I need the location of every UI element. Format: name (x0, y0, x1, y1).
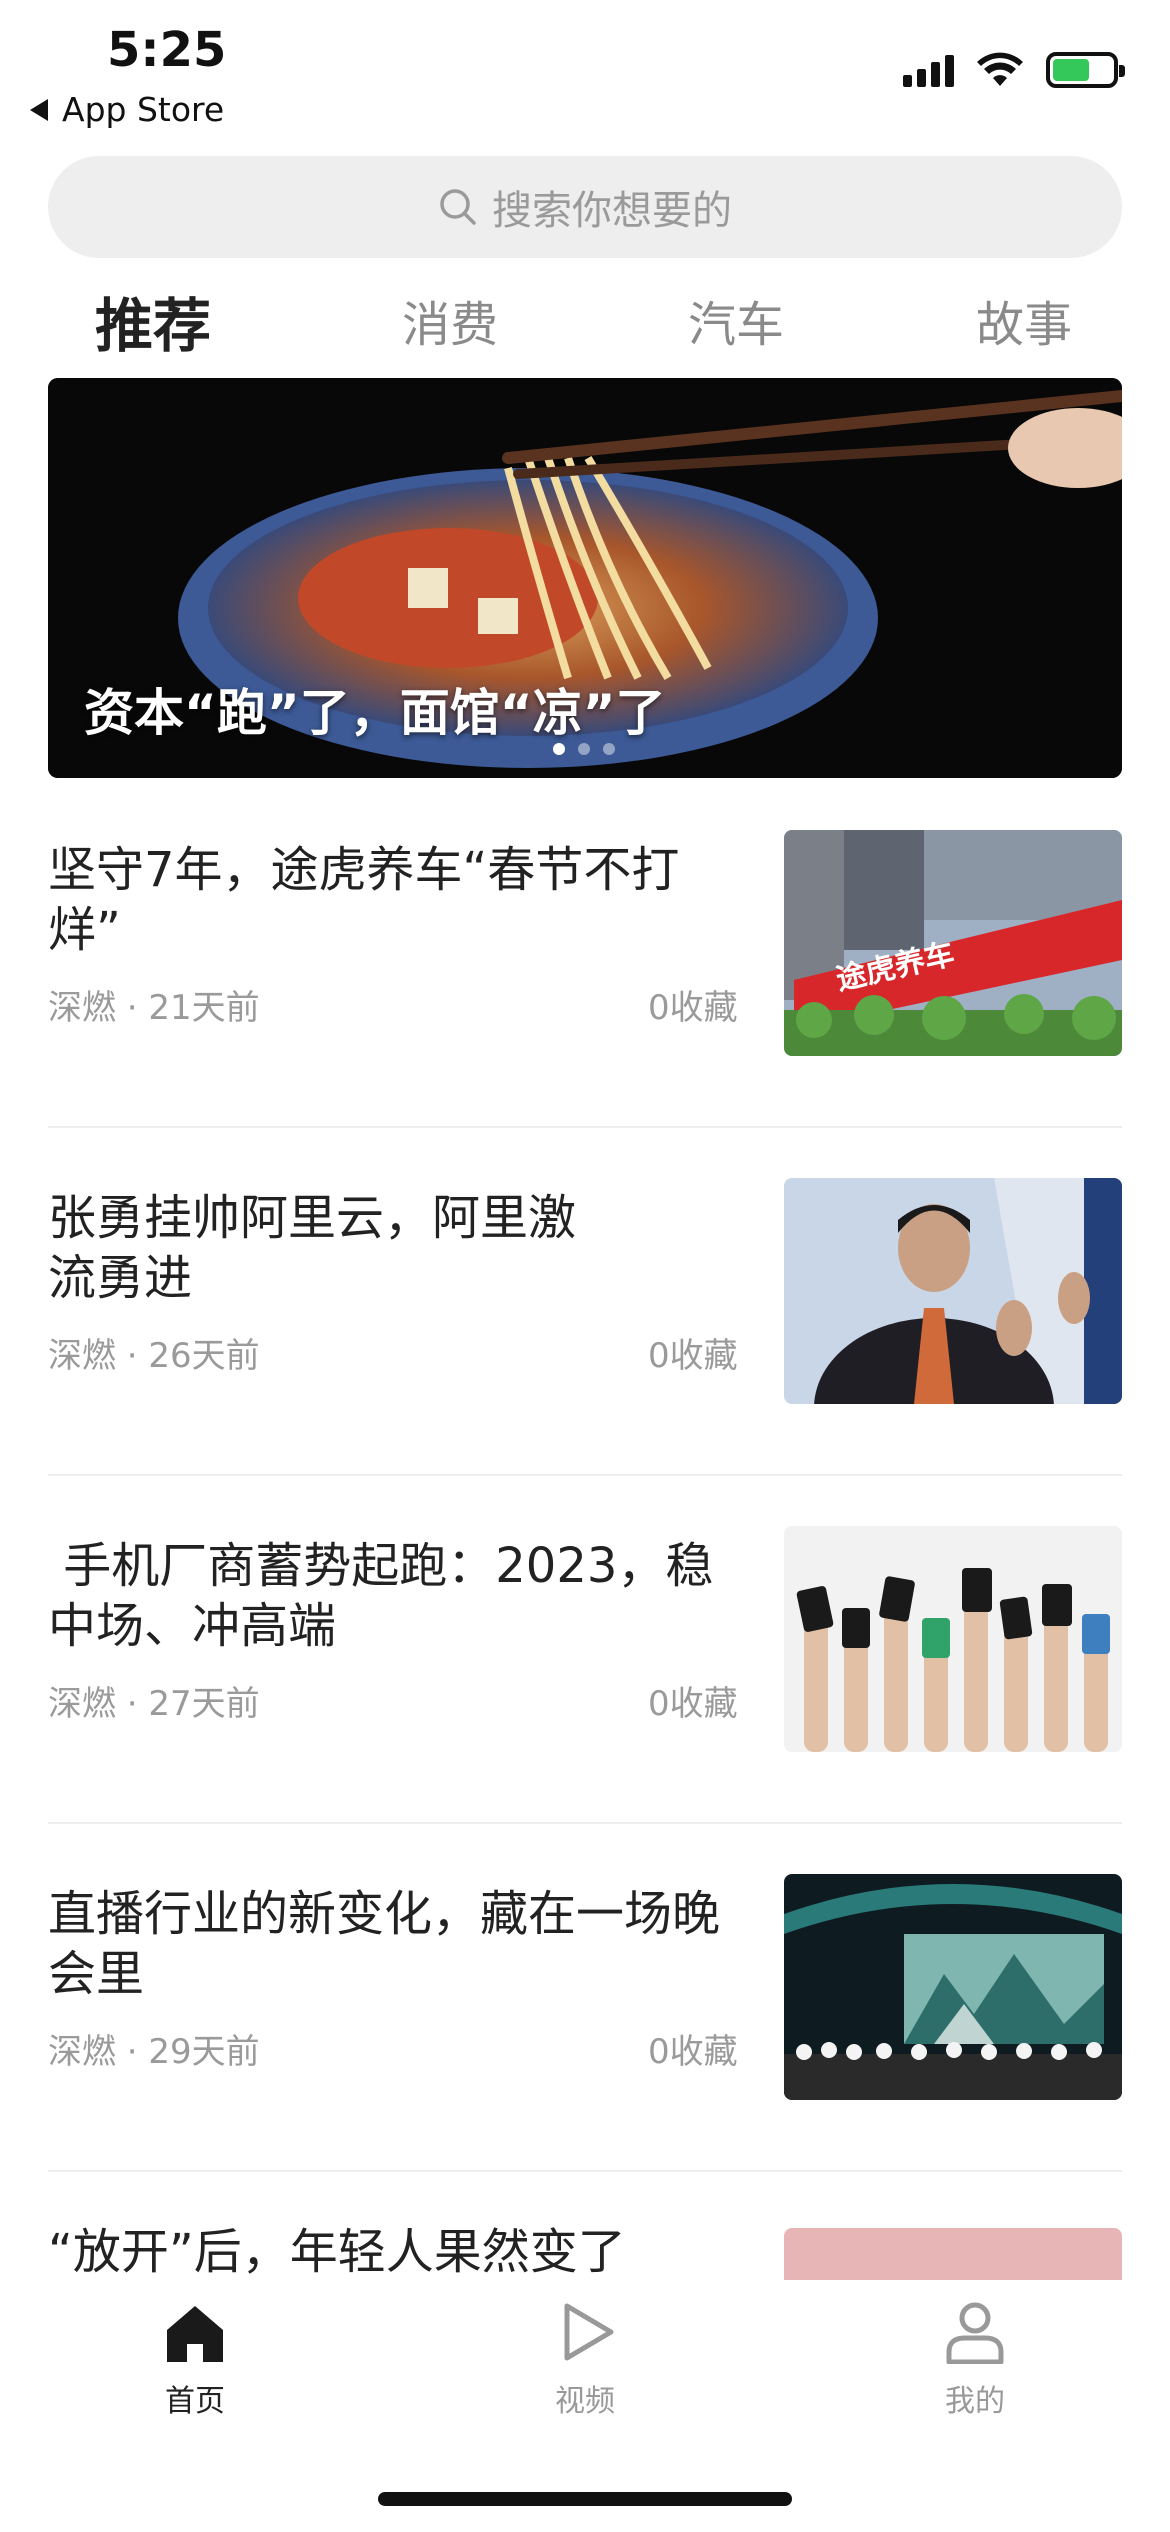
cellular-signal-icon (903, 53, 954, 87)
article-saves: 0收藏 (648, 1684, 738, 1724)
tab-consumption[interactable]: 消费 (402, 285, 498, 355)
article-item[interactable]: 张勇挂帅阿里云，阿里激流勇进 深燃 · 26天前 0收藏 (48, 1148, 1122, 1496)
article-item[interactable]: 坚守7年，途虎养车“春节不打烊” 深燃 · 21天前 0收藏 途虎养车 (48, 800, 1122, 1148)
tab-stories[interactable]: 故事 (976, 285, 1072, 355)
divider (48, 1822, 1122, 1824)
carousel-dot (553, 743, 565, 755)
wifi-icon (977, 52, 1023, 86)
article-source: 深燃 · 29天前 (48, 2032, 260, 2072)
article-item[interactable]: 手机厂商蓄势起跑：2023，稳中场、冲高端 深燃 · 27天前 0收藏 (48, 1496, 1122, 1844)
category-tabs: 推荐 消费 汽车 故事 (0, 285, 1170, 365)
article-source: 深燃 · 26天前 (48, 1336, 260, 1376)
article-title: 直播行业的新变化，藏在一场晚会里 (48, 1886, 721, 2002)
article-title: “放开”后，年轻人果然变了 (48, 2224, 626, 2280)
play-icon (564, 2303, 614, 2361)
nav-video-label: 视频 (555, 2384, 615, 2419)
nav-home[interactable]: 首页 (115, 2300, 275, 2420)
article-thumbnail: 途虎养车 (784, 830, 1122, 1056)
featured-banner[interactable]: 资本“跑”了，面馆“凉”了 (48, 378, 1122, 778)
article-saves: 0收藏 (648, 1336, 738, 1376)
tab-auto[interactable]: 汽车 (688, 285, 784, 355)
status-time: 5:25 (107, 22, 227, 78)
article-title: 张勇挂帅阿里云，阿里激流勇进 (48, 1190, 577, 1306)
battery-icon (1046, 52, 1125, 88)
user-icon (946, 2302, 1004, 2365)
article-thumbnail (784, 1526, 1122, 1752)
back-to-app-link[interactable]: App Store (30, 90, 224, 129)
back-app-label: App Store (62, 90, 225, 129)
article-thumbnail (784, 2228, 1122, 2282)
home-indicator[interactable] (378, 2492, 792, 2506)
article-saves: 0收藏 (648, 2032, 738, 2072)
nav-home-label: 首页 (165, 2384, 225, 2419)
nav-profile[interactable]: 我的 (895, 2300, 1055, 2420)
divider (48, 1126, 1122, 1128)
article-thumbnail (784, 1178, 1122, 1404)
nav-profile-label: 我的 (945, 2384, 1005, 2419)
article-item[interactable]: “放开”后，年轻人果然变了 (48, 2192, 1122, 2282)
carousel-dots (553, 743, 615, 755)
back-triangle-icon (30, 98, 48, 121)
search-icon (440, 189, 476, 225)
article-saves: 0收藏 (648, 988, 738, 1028)
article-source: 深燃 · 27天前 (48, 1684, 260, 1724)
search-placeholder: 搜索你想要的 (492, 188, 732, 234)
divider (48, 1474, 1122, 1476)
article-title: 坚守7年，途虎养车“春节不打烊” (48, 842, 680, 958)
article-source: 深燃 · 21天前 (48, 988, 260, 1028)
carousel-dot (578, 743, 590, 755)
divider (48, 2170, 1122, 2172)
article-item[interactable]: 直播行业的新变化，藏在一场晚会里 深燃 · 29天前 0收藏 (48, 1844, 1122, 2192)
search-bar[interactable]: 搜索你想要的 (48, 156, 1122, 258)
carousel-dot (603, 743, 615, 755)
banner-title: 资本“跑”了，面馆“凉”了 (84, 684, 666, 742)
article-title: 手机厂商蓄势起跑：2023，稳中场、冲高端 (48, 1538, 714, 1654)
status-icons (903, 52, 1125, 88)
article-thumbnail (784, 1874, 1122, 2100)
nav-video[interactable]: 视频 (505, 2300, 665, 2420)
status-bar: 5:25 App Store (0, 0, 1170, 140)
tab-recommend[interactable]: 推荐 (95, 279, 211, 363)
home-icon (167, 2306, 223, 2362)
